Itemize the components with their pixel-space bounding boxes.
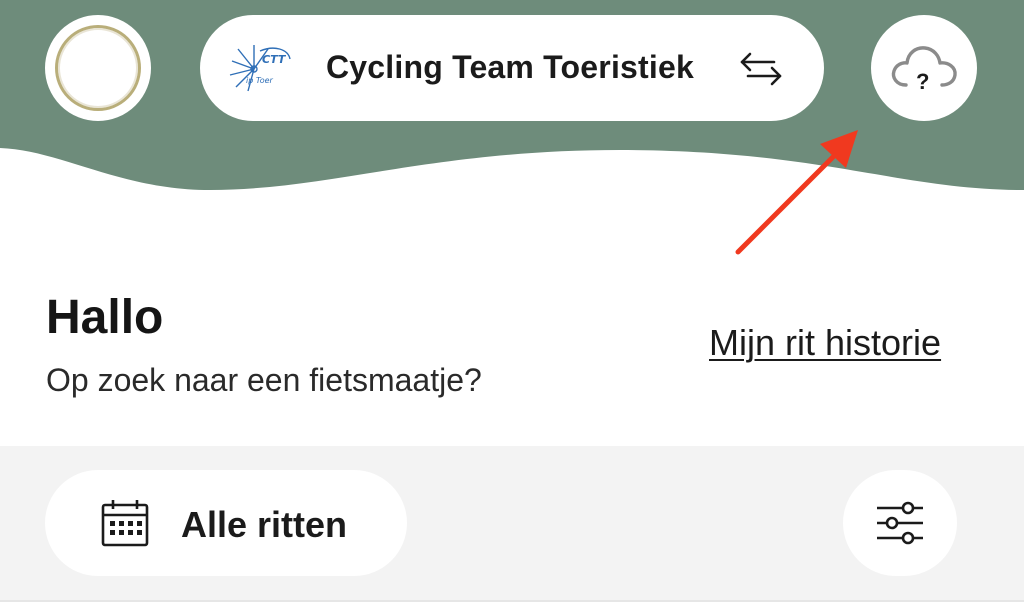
greeting-subtitle: Op zoek naar een fietsmaatje?	[46, 362, 482, 398]
cloud-question-icon: ?	[891, 46, 957, 94]
team-name: Cycling Team Toeristiek	[326, 49, 694, 85]
home-screen: CTT ip Toer Cycling Team Toeristiek ? Ha…	[0, 0, 1024, 616]
svg-text:ip Toer: ip Toer	[246, 76, 274, 85]
team-switcher[interactable]: CTT ip Toer Cycling Team Toeristiek	[200, 15, 824, 121]
greeting-title: Hallo	[46, 291, 164, 344]
calendar-icon	[101, 500, 149, 547]
all-rides-label: Alle ritten	[181, 504, 348, 545]
svg-text:?: ?	[916, 69, 929, 94]
all-rides-button[interactable]: Alle ritten	[45, 470, 407, 576]
weather-info-button[interactable]: ?	[871, 15, 977, 121]
annotation-arrow	[735, 130, 858, 255]
team-logo-icon: CTT ip Toer	[229, 45, 291, 92]
ride-history-link[interactable]: Mijn rit historie	[709, 322, 941, 364]
avatar[interactable]	[45, 15, 151, 121]
svg-text:CTT: CTT	[262, 53, 287, 66]
filter-settings-button[interactable]	[843, 470, 957, 576]
avatar-ring	[55, 25, 141, 111]
bottom-divider	[0, 600, 1024, 616]
sliders-icon	[877, 501, 923, 545]
swap-arrows-icon	[740, 52, 782, 86]
